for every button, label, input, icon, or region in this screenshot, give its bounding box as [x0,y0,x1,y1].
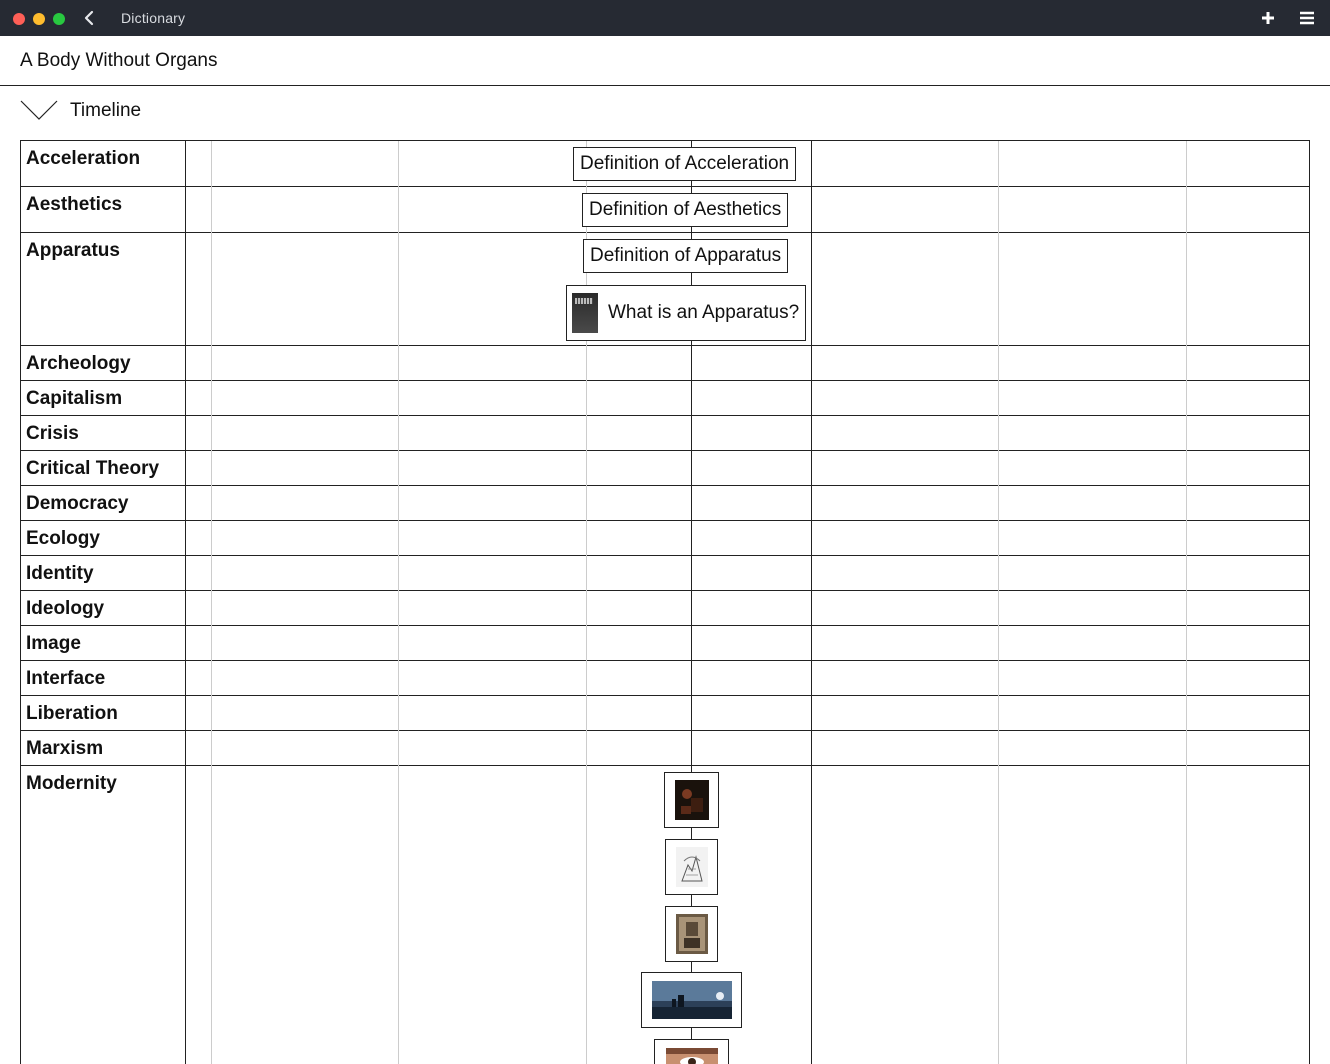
entry-label: Definition of Acceleration [580,153,790,174]
window-title: Dictionary [121,10,186,26]
timeline-row: Ideology [21,591,1309,626]
row-label[interactable]: Capitalism [26,388,122,410]
entry-modernity-image-2[interactable] [665,839,718,895]
timeline-row: Capitalism [21,381,1309,416]
painting-thumbnail [675,914,708,954]
book-cover-thumbnail [572,293,598,333]
close-window-button[interactable] [13,13,25,25]
entry-modernity-image-5[interactable] [654,1039,729,1064]
timeline-row: Crisis [21,416,1309,451]
row-label[interactable]: Liberation [26,703,118,725]
row-label[interactable]: Image [26,633,81,655]
painting-thumbnail [674,780,709,820]
document-title: A Body Without Organs [20,50,218,71]
entry-apparatus-book[interactable]: What is an Apparatus? [566,285,807,341]
back-button[interactable] [80,8,100,28]
row-label[interactable]: Ideology [26,598,104,620]
engraving-thumbnail [675,847,708,887]
hamburger-menu-icon [1300,11,1314,25]
timeline-row: Liberation [21,696,1309,731]
plus-icon [1262,12,1274,24]
entry-aesthetics-definition[interactable]: Definition of Aesthetics [582,193,789,227]
entry-modernity-image-3[interactable] [665,906,718,962]
timeline-row: Critical Theory [21,451,1309,486]
window-titlebar: Dictionary [0,0,1330,36]
row-label[interactable]: Democracy [26,493,128,515]
timeline-row: Interface [21,661,1309,696]
row-label[interactable]: Marxism [26,738,103,760]
minimize-window-button[interactable] [33,13,45,25]
timeline-grid: Acceleration Aesthetics Apparatus Archeolog… [20,140,1310,1064]
menu-button[interactable] [1298,9,1316,27]
entry-modernity-image-1[interactable] [664,772,719,828]
entry-label: Definition of Apparatus [590,245,782,266]
timeline-row: Archeology [21,346,1309,381]
entry-modernity-image-4[interactable] [641,972,742,1028]
entry-apparatus-definition[interactable]: Definition of Apparatus [583,239,789,273]
timeline-row: Image [21,626,1309,661]
add-button[interactable] [1259,9,1277,27]
document-header: A Body Without Organs [0,36,1330,86]
row-label[interactable]: Critical Theory [26,458,159,480]
entry-label: Definition of Aesthetics [589,199,782,220]
row-label[interactable]: Acceleration [26,148,140,170]
entry-acceleration-definition[interactable]: Definition of Acceleration [573,147,797,181]
row-label[interactable]: Modernity [26,773,117,795]
maximize-window-button[interactable] [53,13,65,25]
timeline-row: Democracy [21,486,1309,521]
row-label[interactable]: Identity [26,563,94,585]
row-label[interactable]: Archeology [26,353,131,375]
row-label[interactable]: Crisis [26,423,79,445]
timeline-label: Timeline [70,100,142,121]
row-label[interactable]: Ecology [26,528,100,550]
chevron-left-icon [84,10,94,26]
timeline-row: Identity [21,556,1309,591]
timeline-row: Ecology [21,521,1309,556]
photo-thumbnail [651,981,732,1019]
photo-thumbnail [665,1048,718,1064]
timeline-toggle[interactable]: Timeline [20,96,180,126]
row-label[interactable]: Interface [26,668,105,690]
row-label[interactable]: Aesthetics [26,194,122,216]
chevron-down-icon [20,100,58,120]
entry-label: What is an Apparatus? [608,302,800,323]
row-label[interactable]: Apparatus [26,240,120,262]
timeline-row: Marxism [21,731,1309,766]
